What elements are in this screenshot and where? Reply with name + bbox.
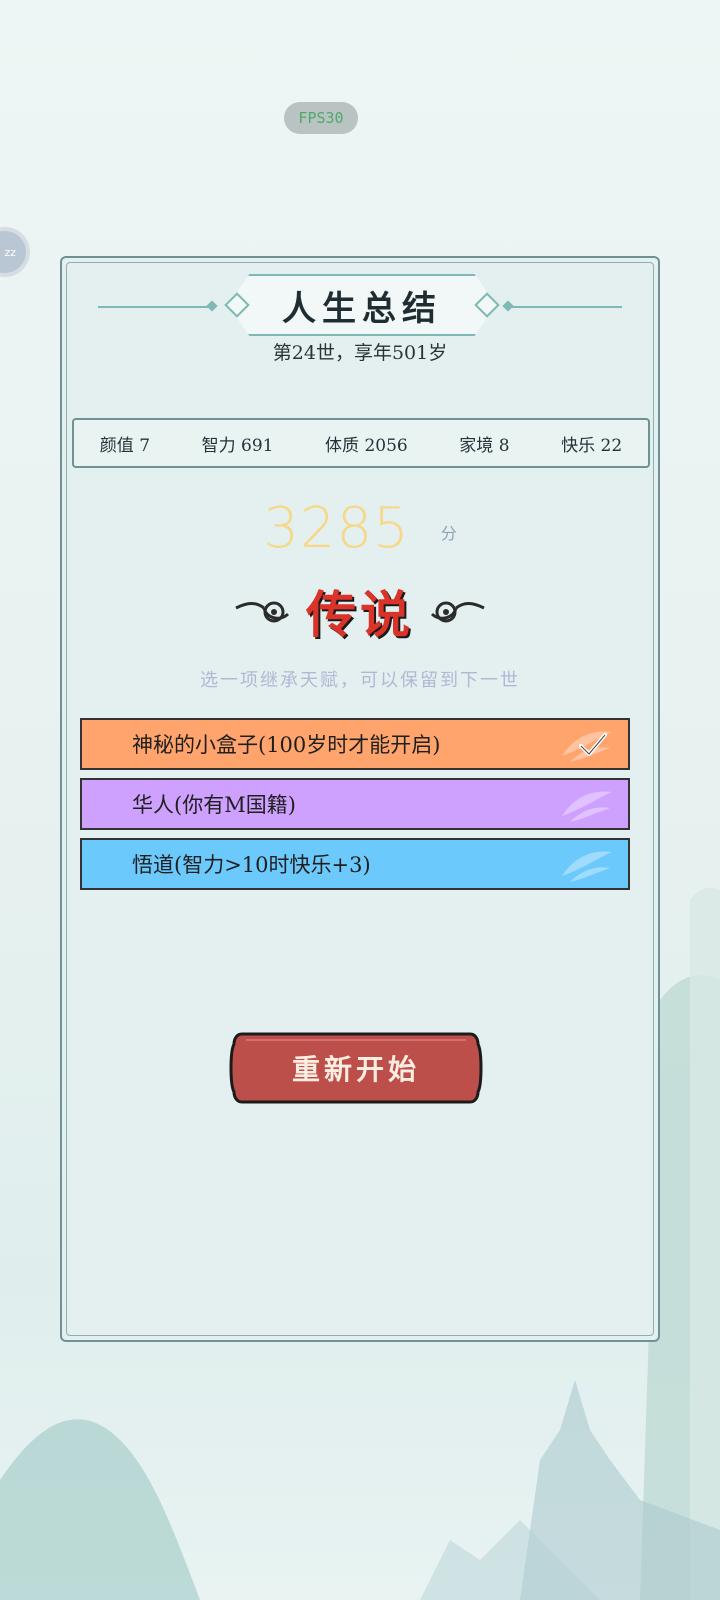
cloud-swirl-icon: [430, 601, 485, 623]
restart-button[interactable]: 重新开始: [228, 1032, 484, 1104]
bamboo-leaf-icon: [562, 791, 612, 822]
life-summary-panel: 人生总结 第24世，享年501岁 颜值 7 智力 691 体质 2056 家境 …: [60, 256, 660, 1342]
stat-appearance: 颜值 7: [99, 435, 151, 456]
check-icon: [579, 733, 607, 756]
divider-diamond-icon: [502, 300, 514, 312]
inherit-hint: 选一项继承天赋，可以保留到下一世: [200, 670, 520, 691]
score-unit: 分: [440, 524, 457, 543]
restart-label: 重新开始: [291, 1053, 420, 1086]
title-plaque: 人生总结: [228, 274, 496, 336]
life-subtitle: 第24世，享年501岁: [272, 342, 448, 364]
talent-option-2[interactable]: 华人(你有M国籍): [80, 778, 630, 830]
talent-option-1[interactable]: 神秘的小盒子(100岁时才能开启): [80, 718, 630, 770]
stat-constitution: 体质 2056: [325, 435, 408, 456]
talent-label: 神秘的小盒子(100岁时才能开启): [132, 733, 441, 757]
fps-counter: FPS30: [284, 102, 358, 134]
title-divider-right: [508, 306, 622, 308]
rank-title: 传说: [306, 585, 414, 644]
talent-option-3[interactable]: 悟道(智力>10时快乐+3): [80, 838, 630, 890]
final-score: 3285 分: [62, 496, 658, 561]
title-divider-left: [98, 306, 212, 308]
talent-label: 华人(你有M国籍): [132, 793, 296, 817]
rank-display: 传说: [62, 576, 658, 646]
cloud-swirl-icon: [235, 601, 290, 623]
stat-family: 家境 8: [459, 435, 510, 456]
score-value: 3285: [263, 496, 410, 561]
stat-intelligence: 智力 691: [201, 435, 274, 456]
talent-label: 悟道(智力>10时快乐+3): [132, 853, 371, 877]
divider-diamond-icon: [206, 300, 218, 312]
bamboo-leaf-icon: [562, 851, 612, 882]
page-title: 人生总结: [282, 288, 442, 329]
stat-happiness: 快乐 22: [561, 435, 623, 456]
attribute-bar: 颜值 7 智力 691 体质 2056 家境 8 快乐 22: [72, 418, 650, 468]
